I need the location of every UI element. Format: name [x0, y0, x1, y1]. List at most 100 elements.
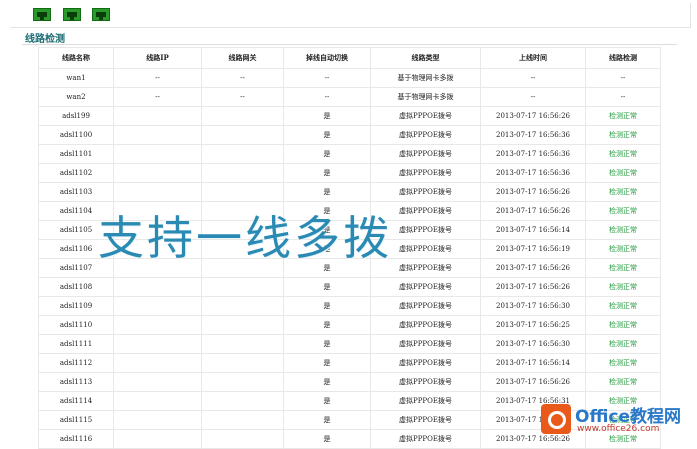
- table-row: adsl1109 是虚拟PPPOE拨号 2013-07-17 16:56:30 检测正…: [38, 296, 661, 316]
- cell-line-ip: [113, 391, 202, 411]
- cell-line-type: 虚拟PPPOE拨号: [370, 182, 481, 202]
- network-port-icon[interactable]: [33, 8, 51, 21]
- table-row: adsl1110 是虚拟PPPOE拨号 2013-07-17 16:56:25 检测正…: [38, 315, 661, 335]
- cell-line-gateway: [201, 372, 284, 392]
- office-logo-icon: [541, 404, 571, 434]
- cell-line-gateway: [201, 334, 284, 354]
- cell-line-type: 基于物理网卡多拨: [370, 87, 481, 107]
- cell-line-name: adsl1109: [38, 296, 114, 316]
- cell-auto-switch: 是: [283, 182, 371, 202]
- cell-line-gateway: [201, 125, 284, 145]
- cell-line-type: 虚拟PPPOE拨号: [370, 372, 481, 392]
- cell-line-type: 虚拟PPPOE拨号: [370, 296, 481, 316]
- header-line-check: 线路检测: [585, 47, 661, 69]
- cell-auto-switch: 是: [283, 277, 371, 297]
- cell-auto-switch: 是: [283, 334, 371, 354]
- cell-line-ip: [113, 353, 202, 373]
- cell-online-time: 2013-07-17 16:56:26: [480, 277, 586, 297]
- table-row: adsl1103 是虚拟PPPOE拨号 2013-07-17 16:56:26 检测正…: [38, 182, 661, 202]
- cell-line-check: 检测正常: [585, 277, 661, 297]
- cell-line-ip: [113, 277, 202, 297]
- cell-online-time: 2013-07-17 16:56:36: [480, 163, 586, 183]
- cell-auto-switch: 是: [283, 106, 371, 126]
- cell-line-gateway: [201, 144, 284, 164]
- cell-line-name: adsl1112: [38, 353, 114, 373]
- table-row: adsl199 是虚拟PPPOE拨号 2013-07-17 16:56:26 检测正常: [38, 106, 661, 126]
- port-toolbar: [10, 3, 691, 28]
- cell-line-ip: [113, 315, 202, 335]
- cell-line-ip: [113, 334, 202, 354]
- cell-line-gateway: --: [201, 68, 284, 88]
- table-row: wan1 -- -- -- 基于物理网卡多拨 -- --: [38, 68, 661, 88]
- cell-line-gateway: [201, 315, 284, 335]
- cell-line-ip: [113, 296, 202, 316]
- cell-line-gateway: [201, 163, 284, 183]
- cell-line-type: 虚拟PPPOE拨号: [370, 315, 481, 335]
- cell-line-check: 检测正常: [585, 334, 661, 354]
- cell-online-time: 2013-07-17 16:56:30: [480, 296, 586, 316]
- header-line-gateway: 线路网关: [201, 47, 284, 69]
- cell-online-time: 2013-07-17 16:56:26: [480, 258, 586, 278]
- table-header-row: 线路名称 线路IP 线路网关 掉线自动切换 线路类型 上线时间 线路检测: [38, 47, 661, 69]
- cell-line-check: 检测正常: [585, 372, 661, 392]
- cell-line-name: adsl1115: [38, 410, 114, 430]
- cell-line-gateway: [201, 182, 284, 202]
- cell-line-check: 检测正常: [585, 163, 661, 183]
- table-row: adsl1108 是虚拟PPPOE拨号 2013-07-17 16:56:26 检测正…: [38, 277, 661, 297]
- network-port-icon[interactable]: [92, 8, 110, 21]
- cell-line-type: 虚拟PPPOE拨号: [370, 106, 481, 126]
- cell-line-ip: [113, 182, 202, 202]
- cell-line-type: 虚拟PPPOE拨号: [370, 353, 481, 373]
- cell-line-gateway: --: [201, 87, 284, 107]
- cell-online-time: 2013-07-17 16:56:25: [480, 315, 586, 335]
- cell-online-time: 2013-07-17 16:56:36: [480, 125, 586, 145]
- section-title: 线路检测: [25, 34, 65, 45]
- cell-line-name: adsl199: [38, 106, 114, 126]
- header-online-time: 上线时间: [480, 47, 586, 69]
- cell-line-ip: [113, 410, 202, 430]
- cell-auto-switch: 是: [283, 125, 371, 145]
- cell-line-ip: [113, 106, 202, 126]
- cell-auto-switch: 是: [283, 296, 371, 316]
- cell-auto-switch: 是: [283, 163, 371, 183]
- cell-line-check: 检测正常: [585, 258, 661, 278]
- cell-line-type: 虚拟PPPOE拨号: [370, 334, 481, 354]
- cell-line-check: --: [585, 68, 661, 88]
- cell-line-name: adsl1116: [38, 429, 114, 449]
- header-auto-switch: 掉线自动切换: [283, 47, 371, 69]
- cell-line-gateway: [201, 296, 284, 316]
- cell-line-type: 虚拟PPPOE拨号: [370, 125, 481, 145]
- cell-line-gateway: [201, 106, 284, 126]
- cell-line-name: adsl1113: [38, 372, 114, 392]
- cell-line-gateway: [201, 410, 284, 430]
- cell-line-name: adsl1102: [38, 163, 114, 183]
- cell-line-check: 检测正常: [585, 353, 661, 373]
- cell-auto-switch: 是: [283, 410, 371, 430]
- cell-online-time: 2013-07-17 16:56:14: [480, 220, 586, 240]
- cell-line-check: 检测正常: [585, 201, 661, 221]
- cell-line-ip: --: [113, 87, 202, 107]
- cell-line-type: 虚拟PPPOE拨号: [370, 163, 481, 183]
- logo-url: www.office26.com: [577, 424, 660, 434]
- cell-auto-switch: 是: [283, 391, 371, 411]
- cell-line-gateway: [201, 277, 284, 297]
- cell-auto-switch: 是: [283, 429, 371, 449]
- cell-line-type: 虚拟PPPOE拨号: [370, 277, 481, 297]
- cell-auto-switch: --: [283, 87, 371, 107]
- cell-line-check: 检测正常: [585, 239, 661, 259]
- header-line-ip: 线路IP: [113, 47, 202, 69]
- cell-online-time: 2013-07-17 16:56:36: [480, 144, 586, 164]
- cell-line-gateway: [201, 429, 284, 449]
- cell-line-type: 基于物理网卡多拨: [370, 68, 481, 88]
- cell-online-time: 2013-07-17 16:56:30: [480, 334, 586, 354]
- cell-line-ip: --: [113, 68, 202, 88]
- cell-auto-switch: 是: [283, 372, 371, 392]
- table-row: adsl1100 是虚拟PPPOE拨号 2013-07-17 16:56:36 检测正…: [38, 125, 661, 145]
- table-row: adsl1111 是虚拟PPPOE拨号 2013-07-17 16:56:30 检测正…: [38, 334, 661, 354]
- table-row: adsl1102 是虚拟PPPOE拨号 2013-07-17 16:56:36 检测正…: [38, 163, 661, 183]
- cell-line-name: adsl1100: [38, 125, 114, 145]
- cell-line-type: 虚拟PPPOE拨号: [370, 144, 481, 164]
- network-port-icon[interactable]: [63, 8, 81, 21]
- overlay-caption: 支持一线多拨: [98, 211, 392, 265]
- cell-line-ip: [113, 163, 202, 183]
